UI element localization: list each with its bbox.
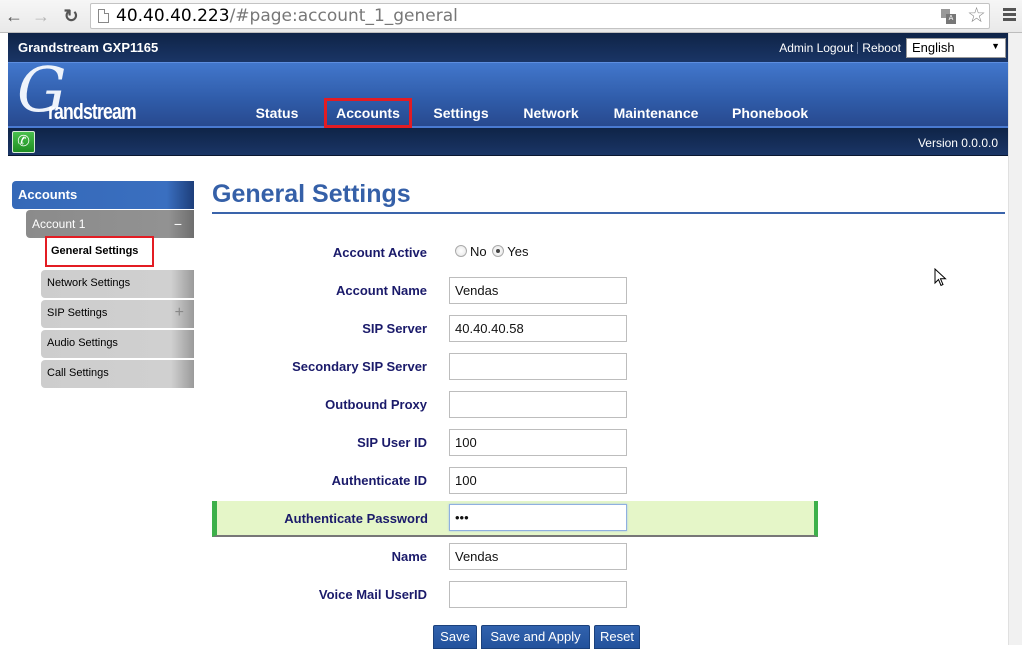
mouse-cursor-icon bbox=[934, 268, 947, 287]
form-label: Authenticate ID bbox=[331, 473, 427, 488]
page-icon bbox=[98, 9, 109, 23]
radio-yes[interactable] bbox=[492, 245, 505, 257]
star-icon[interactable]: ☆ bbox=[967, 3, 986, 28]
authenticate-id-input[interactable] bbox=[449, 467, 627, 494]
secondary-sip-server-input[interactable] bbox=[449, 353, 627, 380]
language-select[interactable]: English ▼ bbox=[906, 38, 1006, 58]
sidebar-item-sip-settings[interactable]: SIP Settings + bbox=[41, 300, 194, 328]
radio-label-yes[interactable]: Yes bbox=[507, 244, 528, 259]
title-divider bbox=[212, 212, 1005, 214]
form-label: Account Name bbox=[335, 283, 427, 298]
form-label: Name bbox=[391, 549, 427, 564]
admin-logout-link[interactable]: Admin Logout bbox=[779, 41, 853, 55]
sidebar-item-general-settings[interactable]: General Settings bbox=[45, 236, 154, 267]
radio-label-no[interactable]: No bbox=[470, 244, 487, 259]
sidebar-item-label: SIP Settings bbox=[47, 307, 108, 319]
nav-settings[interactable]: Settings bbox=[433, 98, 489, 128]
url-path: /#page:account_1_general bbox=[229, 6, 458, 26]
form-row-secondary-sip-server: Secondary SIP Server bbox=[212, 348, 818, 384]
sub-bar: ✆ Version 0.0.0.0 bbox=[8, 128, 1008, 156]
logo-text: randstream bbox=[48, 99, 137, 124]
radio-no[interactable] bbox=[455, 245, 467, 257]
language-value: English bbox=[912, 40, 955, 55]
form-row-sip-user-id: SIP User ID bbox=[212, 424, 818, 460]
hamburger-menu-icon[interactable] bbox=[1003, 8, 1016, 22]
sip-server-input[interactable] bbox=[449, 315, 627, 342]
page-title: General Settings bbox=[212, 180, 411, 208]
form-label: Authenticate Password bbox=[284, 511, 428, 526]
web-page: Grandstream GXP1165 Admin Logout Reboot E… bbox=[8, 33, 1008, 649]
url-text[interactable]: 40.40.40.223/#page:account_1_general bbox=[116, 6, 458, 26]
form-label: Account Active bbox=[332, 245, 427, 260]
form-row-authenticate-password: Authenticate Password bbox=[212, 501, 818, 537]
authenticate-password-input[interactable] bbox=[449, 504, 627, 531]
voice-mail-userid-input[interactable] bbox=[449, 581, 627, 608]
dropdown-arrow-icon: ▼ bbox=[991, 41, 1000, 51]
outbound-proxy-input[interactable] bbox=[449, 391, 627, 418]
divider bbox=[857, 42, 859, 54]
name-input[interactable] bbox=[449, 543, 627, 570]
form-row-voice-mail-userid: Voice Mail UserID bbox=[212, 576, 818, 612]
nav-accounts[interactable]: Accounts bbox=[324, 98, 412, 128]
form-row-account-name: Account Name bbox=[212, 272, 818, 308]
version-label: Version 0.0.0.0 bbox=[917, 136, 998, 150]
form-label: SIP Server bbox=[362, 321, 427, 336]
form-label: SIP User ID bbox=[357, 435, 427, 450]
form-label: Outbound Proxy bbox=[325, 397, 427, 412]
header: G randstream Status Accounts Settings Ne… bbox=[8, 59, 1008, 128]
sidebar-section-accounts[interactable]: Accounts bbox=[12, 181, 194, 209]
nav-status[interactable]: Status bbox=[255, 98, 299, 128]
save-and-apply-button[interactable]: Save and Apply bbox=[481, 625, 590, 649]
reset-button[interactable]: Reset bbox=[594, 625, 640, 649]
reload-icon[interactable]: ↻ bbox=[60, 5, 82, 27]
account-name-input[interactable] bbox=[449, 277, 627, 304]
phone-icon[interactable]: ✆ bbox=[12, 131, 35, 153]
save-button[interactable]: Save bbox=[433, 625, 477, 649]
arrow-left-icon[interactable]: ← bbox=[3, 5, 25, 27]
translate-icon[interactable]: A bbox=[941, 9, 956, 24]
top-bar: Grandstream GXP1165 Admin Logout Reboot E… bbox=[8, 33, 1008, 62]
form-row-sip-server: SIP Server bbox=[212, 310, 818, 346]
browser-toolbar: ← → ↻ 40.40.40.223/#page:account_1_gener… bbox=[0, 0, 1022, 33]
sidebar-item-audio-settings[interactable]: Audio Settings bbox=[41, 330, 194, 358]
collapse-icon[interactable]: − bbox=[174, 210, 182, 238]
sip-user-id-input[interactable] bbox=[449, 429, 627, 456]
arrow-right-icon[interactable]: → bbox=[30, 5, 52, 27]
expand-icon[interactable]: + bbox=[175, 300, 184, 326]
account-active-radio-group: No Yes bbox=[455, 244, 530, 259]
sidebar-item-network-settings[interactable]: Network Settings bbox=[41, 270, 194, 298]
nav-network[interactable]: Network bbox=[523, 98, 579, 128]
form-label: Secondary SIP Server bbox=[292, 359, 427, 374]
sidebar-account-label: Account 1 bbox=[32, 217, 86, 231]
form-row-name: Name bbox=[212, 538, 818, 574]
sidebar-account-1[interactable]: Account 1 − bbox=[26, 210, 194, 238]
form-label: Voice Mail UserID bbox=[318, 587, 427, 602]
form-row-authenticate-id: Authenticate ID bbox=[212, 462, 818, 498]
sidebar-item-call-settings[interactable]: Call Settings bbox=[41, 360, 194, 388]
vertical-scrollbar[interactable] bbox=[1008, 33, 1022, 645]
address-bar[interactable]: 40.40.40.223/#page:account_1_general A bbox=[90, 3, 990, 29]
form-row-account-active: Account Active No Yes bbox=[212, 234, 818, 270]
nav-phonebook[interactable]: Phonebook bbox=[732, 98, 808, 128]
url-host: 40.40.40.223 bbox=[116, 6, 230, 26]
reboot-link[interactable]: Reboot bbox=[862, 41, 901, 55]
nav-maintenance[interactable]: Maintenance bbox=[613, 98, 699, 128]
form-row-outbound-proxy: Outbound Proxy bbox=[212, 386, 818, 422]
top-links: Admin Logout Reboot bbox=[779, 41, 901, 55]
